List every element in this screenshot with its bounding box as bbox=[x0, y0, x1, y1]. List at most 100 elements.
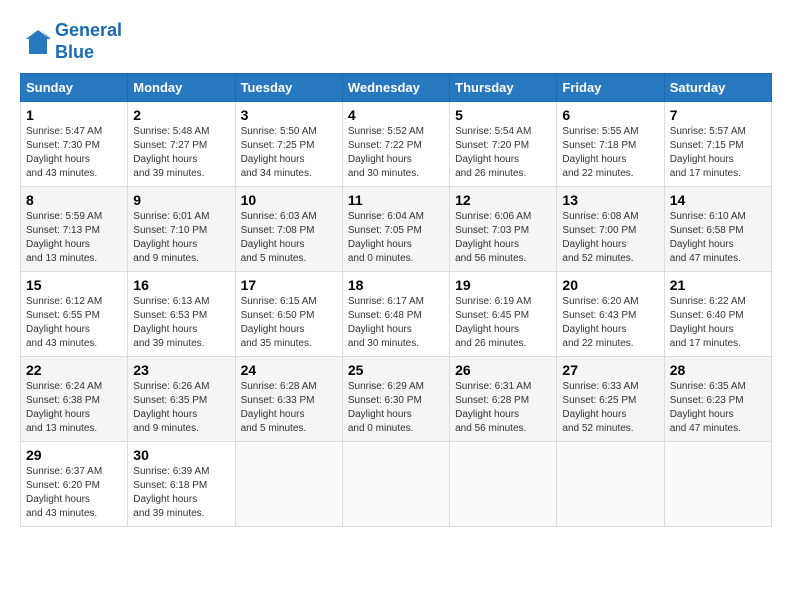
day-info: Sunrise: 6:03 AMSunset: 7:08 PMDaylight … bbox=[241, 210, 337, 266]
calendar-cell: 2 Sunrise: 5:48 AMSunset: 7:27 PMDayligh… bbox=[128, 102, 235, 187]
calendar-cell: 10 Sunrise: 6:03 AMSunset: 7:08 PMDaylig… bbox=[235, 187, 342, 272]
day-info: Sunrise: 5:50 AMSunset: 7:25 PMDaylight … bbox=[241, 125, 337, 181]
logo-icon bbox=[20, 27, 50, 57]
day-info: Sunrise: 6:37 AMSunset: 6:20 PMDaylight … bbox=[26, 465, 122, 521]
calendar-cell: 21 Sunrise: 6:22 AMSunset: 6:40 PMDaylig… bbox=[664, 272, 771, 357]
day-info: Sunrise: 6:17 AMSunset: 6:48 PMDaylight … bbox=[348, 295, 444, 351]
day-info: Sunrise: 5:52 AMSunset: 7:22 PMDaylight … bbox=[348, 125, 444, 181]
day-number: 27 bbox=[562, 362, 658, 378]
day-number: 17 bbox=[241, 277, 337, 293]
day-number: 1 bbox=[26, 107, 122, 123]
calendar-cell: 17 Sunrise: 6:15 AMSunset: 6:50 PMDaylig… bbox=[235, 272, 342, 357]
calendar-cell: 28 Sunrise: 6:35 AMSunset: 6:23 PMDaylig… bbox=[664, 357, 771, 442]
calendar-cell bbox=[342, 442, 449, 527]
day-number: 8 bbox=[26, 192, 122, 208]
day-info: Sunrise: 6:01 AMSunset: 7:10 PMDaylight … bbox=[133, 210, 229, 266]
day-number: 16 bbox=[133, 277, 229, 293]
day-number: 2 bbox=[133, 107, 229, 123]
day-info: Sunrise: 6:31 AMSunset: 6:28 PMDaylight … bbox=[455, 380, 551, 436]
day-info: Sunrise: 6:33 AMSunset: 6:25 PMDaylight … bbox=[562, 380, 658, 436]
day-number: 13 bbox=[562, 192, 658, 208]
calendar-cell: 3 Sunrise: 5:50 AMSunset: 7:25 PMDayligh… bbox=[235, 102, 342, 187]
calendar-cell bbox=[450, 442, 557, 527]
weekday-header-sunday: Sunday bbox=[21, 74, 128, 102]
day-number: 7 bbox=[670, 107, 766, 123]
day-info: Sunrise: 5:57 AMSunset: 7:15 PMDaylight … bbox=[670, 125, 766, 181]
calendar-cell: 18 Sunrise: 6:17 AMSunset: 6:48 PMDaylig… bbox=[342, 272, 449, 357]
day-number: 6 bbox=[562, 107, 658, 123]
page-header: GeneralBlue bbox=[20, 20, 772, 63]
day-number: 26 bbox=[455, 362, 551, 378]
calendar-week-2: 8 Sunrise: 5:59 AMSunset: 7:13 PMDayligh… bbox=[21, 187, 772, 272]
day-info: Sunrise: 5:59 AMSunset: 7:13 PMDaylight … bbox=[26, 210, 122, 266]
day-number: 19 bbox=[455, 277, 551, 293]
day-number: 3 bbox=[241, 107, 337, 123]
day-number: 22 bbox=[26, 362, 122, 378]
day-info: Sunrise: 6:04 AMSunset: 7:05 PMDaylight … bbox=[348, 210, 444, 266]
day-info: Sunrise: 6:06 AMSunset: 7:03 PMDaylight … bbox=[455, 210, 551, 266]
calendar-cell bbox=[557, 442, 664, 527]
calendar-body: 1 Sunrise: 5:47 AMSunset: 7:30 PMDayligh… bbox=[21, 102, 772, 527]
day-number: 25 bbox=[348, 362, 444, 378]
day-number: 28 bbox=[670, 362, 766, 378]
calendar-week-5: 29 Sunrise: 6:37 AMSunset: 6:20 PMDaylig… bbox=[21, 442, 772, 527]
day-number: 5 bbox=[455, 107, 551, 123]
calendar-cell: 1 Sunrise: 5:47 AMSunset: 7:30 PMDayligh… bbox=[21, 102, 128, 187]
day-number: 11 bbox=[348, 192, 444, 208]
day-number: 9 bbox=[133, 192, 229, 208]
day-number: 18 bbox=[348, 277, 444, 293]
day-info: Sunrise: 6:15 AMSunset: 6:50 PMDaylight … bbox=[241, 295, 337, 351]
calendar-cell: 20 Sunrise: 6:20 AMSunset: 6:43 PMDaylig… bbox=[557, 272, 664, 357]
calendar-cell: 5 Sunrise: 5:54 AMSunset: 7:20 PMDayligh… bbox=[450, 102, 557, 187]
weekday-header-row: SundayMondayTuesdayWednesdayThursdayFrid… bbox=[21, 74, 772, 102]
day-info: Sunrise: 6:10 AMSunset: 6:58 PMDaylight … bbox=[670, 210, 766, 266]
logo: GeneralBlue bbox=[20, 20, 122, 63]
calendar-cell: 14 Sunrise: 6:10 AMSunset: 6:58 PMDaylig… bbox=[664, 187, 771, 272]
weekday-header-monday: Monday bbox=[128, 74, 235, 102]
day-number: 20 bbox=[562, 277, 658, 293]
weekday-header-friday: Friday bbox=[557, 74, 664, 102]
calendar-cell: 22 Sunrise: 6:24 AMSunset: 6:38 PMDaylig… bbox=[21, 357, 128, 442]
calendar-cell: 16 Sunrise: 6:13 AMSunset: 6:53 PMDaylig… bbox=[128, 272, 235, 357]
logo-text: GeneralBlue bbox=[55, 20, 122, 63]
day-info: Sunrise: 6:29 AMSunset: 6:30 PMDaylight … bbox=[348, 380, 444, 436]
day-info: Sunrise: 6:22 AMSunset: 6:40 PMDaylight … bbox=[670, 295, 766, 351]
calendar-week-1: 1 Sunrise: 5:47 AMSunset: 7:30 PMDayligh… bbox=[21, 102, 772, 187]
weekday-header-thursday: Thursday bbox=[450, 74, 557, 102]
weekday-header-saturday: Saturday bbox=[664, 74, 771, 102]
day-info: Sunrise: 6:20 AMSunset: 6:43 PMDaylight … bbox=[562, 295, 658, 351]
day-info: Sunrise: 6:19 AMSunset: 6:45 PMDaylight … bbox=[455, 295, 551, 351]
day-info: Sunrise: 5:47 AMSunset: 7:30 PMDaylight … bbox=[26, 125, 122, 181]
calendar-cell: 6 Sunrise: 5:55 AMSunset: 7:18 PMDayligh… bbox=[557, 102, 664, 187]
day-number: 30 bbox=[133, 447, 229, 463]
weekday-header-wednesday: Wednesday bbox=[342, 74, 449, 102]
day-info: Sunrise: 6:26 AMSunset: 6:35 PMDaylight … bbox=[133, 380, 229, 436]
day-number: 23 bbox=[133, 362, 229, 378]
calendar-header: SundayMondayTuesdayWednesdayThursdayFrid… bbox=[21, 74, 772, 102]
calendar-cell: 11 Sunrise: 6:04 AMSunset: 7:05 PMDaylig… bbox=[342, 187, 449, 272]
day-number: 4 bbox=[348, 107, 444, 123]
day-info: Sunrise: 5:48 AMSunset: 7:27 PMDaylight … bbox=[133, 125, 229, 181]
calendar-cell: 13 Sunrise: 6:08 AMSunset: 7:00 PMDaylig… bbox=[557, 187, 664, 272]
calendar-cell: 29 Sunrise: 6:37 AMSunset: 6:20 PMDaylig… bbox=[21, 442, 128, 527]
day-number: 14 bbox=[670, 192, 766, 208]
calendar-cell: 7 Sunrise: 5:57 AMSunset: 7:15 PMDayligh… bbox=[664, 102, 771, 187]
calendar-cell: 23 Sunrise: 6:26 AMSunset: 6:35 PMDaylig… bbox=[128, 357, 235, 442]
calendar-cell: 12 Sunrise: 6:06 AMSunset: 7:03 PMDaylig… bbox=[450, 187, 557, 272]
calendar-cell: 8 Sunrise: 5:59 AMSunset: 7:13 PMDayligh… bbox=[21, 187, 128, 272]
day-info: Sunrise: 6:24 AMSunset: 6:38 PMDaylight … bbox=[26, 380, 122, 436]
day-info: Sunrise: 6:35 AMSunset: 6:23 PMDaylight … bbox=[670, 380, 766, 436]
day-info: Sunrise: 6:28 AMSunset: 6:33 PMDaylight … bbox=[241, 380, 337, 436]
weekday-header-tuesday: Tuesday bbox=[235, 74, 342, 102]
calendar-cell: 25 Sunrise: 6:29 AMSunset: 6:30 PMDaylig… bbox=[342, 357, 449, 442]
calendar-table: SundayMondayTuesdayWednesdayThursdayFrid… bbox=[20, 73, 772, 527]
calendar-cell: 27 Sunrise: 6:33 AMSunset: 6:25 PMDaylig… bbox=[557, 357, 664, 442]
day-info: Sunrise: 6:08 AMSunset: 7:00 PMDaylight … bbox=[562, 210, 658, 266]
calendar-cell bbox=[664, 442, 771, 527]
day-number: 15 bbox=[26, 277, 122, 293]
calendar-cell: 19 Sunrise: 6:19 AMSunset: 6:45 PMDaylig… bbox=[450, 272, 557, 357]
day-number: 24 bbox=[241, 362, 337, 378]
calendar-cell: 30 Sunrise: 6:39 AMSunset: 6:18 PMDaylig… bbox=[128, 442, 235, 527]
calendar-cell: 4 Sunrise: 5:52 AMSunset: 7:22 PMDayligh… bbox=[342, 102, 449, 187]
calendar-cell: 9 Sunrise: 6:01 AMSunset: 7:10 PMDayligh… bbox=[128, 187, 235, 272]
